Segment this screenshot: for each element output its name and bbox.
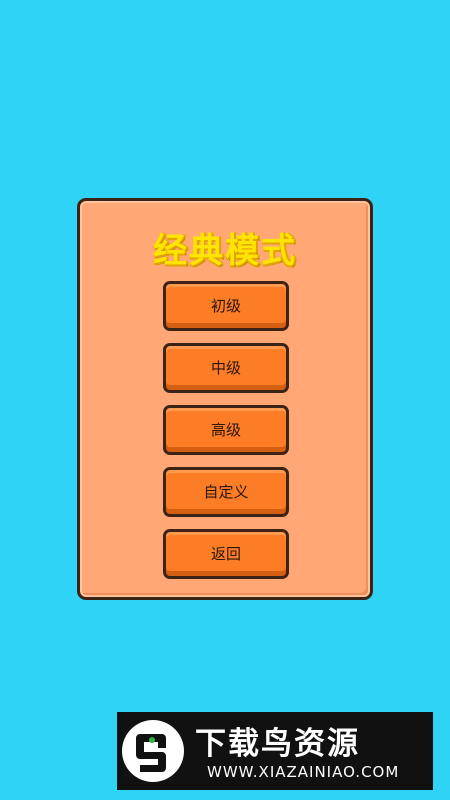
mode-select-panel: 经典模式 初级 中级 高级 自定义 返回 [77,198,373,600]
difficulty-menu: 初级 中级 高级 自定义 返回 [163,281,289,591]
beginner-button[interactable]: 初级 [163,281,289,331]
bird-logo-icon [122,720,184,782]
game-screen: 经典模式 初级 中级 高级 自定义 返回 下载鸟资源 WWW.XIAZAINIA… [0,0,450,800]
panel-title: 经典模式 [153,231,297,271]
watermark-title: 下载鸟资源 [195,726,360,762]
advanced-button[interactable]: 高级 [163,405,289,455]
watermark-banner: 下载鸟资源 WWW.XIAZAINIAO.COM [117,712,433,790]
back-button[interactable]: 返回 [163,529,289,579]
custom-button[interactable]: 自定义 [163,467,289,517]
watermark-url: WWW.XIAZAINIAO.COM [207,763,400,781]
intermediate-button[interactable]: 中级 [163,343,289,393]
